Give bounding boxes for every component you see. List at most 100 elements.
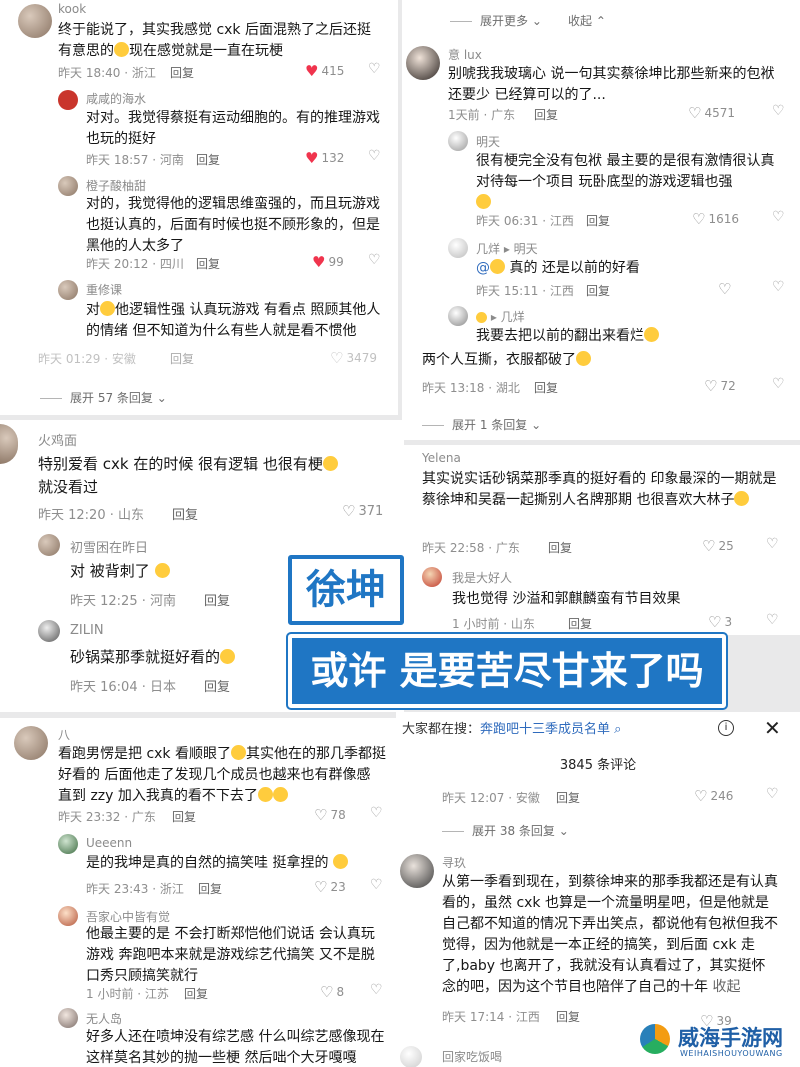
search-query[interactable]: 奔跑吧十三季成员名单 bbox=[480, 722, 610, 737]
dislike-icon[interactable]: ♡ bbox=[766, 786, 779, 802]
username[interactable]: 我是大好人 bbox=[452, 569, 512, 586]
reply-button[interactable]: 回复 bbox=[184, 985, 208, 1002]
username[interactable]: 八 bbox=[58, 726, 70, 743]
avatar[interactable] bbox=[400, 854, 434, 888]
reply-button[interactable]: 回复 bbox=[556, 789, 580, 806]
username[interactable]: 橙子酸柚甜 bbox=[86, 177, 146, 194]
search-bar[interactable]: 大家都在搜：奔跑吧十三季成员名单 ⌕ bbox=[396, 712, 800, 748]
username[interactable]: ▸ 几烊 bbox=[476, 308, 525, 325]
expand-replies-button[interactable]: 展开 1 条回复 ⌄ bbox=[422, 416, 541, 433]
avatar[interactable] bbox=[18, 4, 52, 38]
avatar[interactable] bbox=[0, 424, 18, 464]
dislike-icon[interactable]: ♡ bbox=[772, 279, 785, 295]
username[interactable]: 咸咸的海水 bbox=[86, 90, 146, 107]
reply-button[interactable]: 回复 bbox=[586, 212, 610, 229]
username[interactable]: 无人岛 bbox=[86, 1010, 122, 1027]
avatar[interactable] bbox=[58, 90, 78, 110]
avatar[interactable] bbox=[448, 306, 468, 326]
avatar[interactable] bbox=[58, 834, 78, 854]
reply-button[interactable]: 回复 bbox=[534, 106, 558, 123]
avatar[interactable] bbox=[58, 280, 78, 300]
dislike-icon[interactable]: ♡ bbox=[368, 61, 381, 77]
expand-more-button[interactable]: 展开更多 ⌄ bbox=[450, 12, 542, 29]
reply-button[interactable]: 回复 bbox=[172, 504, 198, 523]
dislike-icon[interactable]: ♡ bbox=[370, 982, 383, 998]
username[interactable]: Ueeenn bbox=[86, 836, 132, 850]
like-button[interactable]: ♡ 371 bbox=[342, 502, 383, 520]
avatar[interactable] bbox=[422, 567, 442, 587]
comment-panel-1: kook 终于能说了，其实我感觉 cxk 后面混熟了之后还挺 有意思的 现在感觉就是… bbox=[0, 0, 398, 415]
username[interactable]: Yelena bbox=[422, 451, 461, 465]
like-button[interactable]: ♡ 25 bbox=[702, 537, 734, 555]
reply-button[interactable]: 回复 bbox=[170, 350, 194, 367]
dislike-icon[interactable]: ♡ bbox=[370, 877, 383, 893]
username[interactable]: 火鸡面 bbox=[38, 430, 77, 449]
search-icon[interactable]: ⌕ bbox=[610, 722, 621, 737]
username[interactable]: 意 lux bbox=[448, 46, 482, 63]
username[interactable]: kook bbox=[58, 2, 86, 16]
reply-button[interactable]: 回复 bbox=[196, 255, 220, 272]
like-button[interactable]: ♡ 1616 bbox=[692, 210, 739, 228]
dislike-icon[interactable]: ♡ bbox=[368, 148, 381, 164]
like-button[interactable]: ♡ bbox=[718, 280, 734, 298]
like-button[interactable]: ♥ 415 bbox=[305, 62, 344, 80]
username[interactable]: 回家吃饭喝 bbox=[442, 1048, 502, 1065]
like-button[interactable]: ♥ 99 bbox=[312, 253, 344, 271]
like-button[interactable]: ♡ 8 bbox=[320, 983, 344, 1001]
username[interactable]: ZILIN bbox=[70, 623, 104, 638]
reply-button[interactable]: 回复 bbox=[556, 1008, 580, 1025]
like-button[interactable]: ♡ 4571 bbox=[688, 104, 735, 122]
avatar[interactable] bbox=[400, 1046, 422, 1067]
like-button[interactable]: ♡ 78 bbox=[314, 806, 346, 824]
reply-button[interactable]: 回复 bbox=[170, 64, 194, 81]
username[interactable]: 几烊 ▸ 明天 bbox=[476, 240, 538, 257]
crying-emoji-icon bbox=[114, 42, 129, 57]
collapse-button[interactable]: 收起 ⌃ bbox=[568, 12, 606, 29]
username[interactable]: 吾家心中皆有觉 bbox=[86, 908, 170, 925]
like-button[interactable]: ♡ 3 bbox=[708, 613, 732, 631]
dislike-icon[interactable]: ♡ bbox=[766, 612, 779, 628]
username[interactable]: 寻玖 bbox=[442, 854, 466, 871]
reply-button[interactable]: 回复 bbox=[204, 676, 230, 695]
avatar[interactable] bbox=[58, 1008, 78, 1028]
reply-button[interactable]: 回复 bbox=[172, 808, 196, 825]
reply-button[interactable]: 回复 bbox=[568, 615, 592, 632]
expand-replies-button[interactable]: 展开 57 条回复 ⌄ bbox=[40, 389, 167, 406]
avatar[interactable] bbox=[58, 906, 78, 926]
reply-button[interactable]: 回复 bbox=[534, 379, 558, 396]
reply-button[interactable]: 回复 bbox=[586, 282, 610, 299]
heart-icon: ♥ bbox=[305, 62, 319, 80]
avatar[interactable] bbox=[58, 176, 78, 196]
dislike-icon[interactable]: ♡ bbox=[368, 252, 381, 268]
comment-panel-5: 八 看跑男愣是把 cxk 看顺眼了 其实他在的那几季都挺好看的 后面他走了发现几个… bbox=[0, 718, 396, 1067]
like-button[interactable]: ♡ 3479 bbox=[330, 349, 377, 367]
comment-text: 他最主要的是 不会打断郑恺他们说话 会认真玩游戏 奔跑吧本来就是游戏综艺代搞笑 … bbox=[86, 926, 375, 984]
avatar[interactable] bbox=[406, 46, 440, 80]
dislike-icon[interactable]: ♡ bbox=[772, 209, 785, 225]
like-button[interactable]: ♥ 132 bbox=[305, 149, 344, 167]
username[interactable]: 初雪困在昨日 bbox=[70, 537, 148, 556]
dislike-icon[interactable]: ♡ bbox=[370, 805, 383, 821]
avatar[interactable] bbox=[38, 534, 60, 556]
dislike-icon[interactable]: ♡ bbox=[766, 536, 779, 552]
reply-button[interactable]: 回复 bbox=[204, 590, 230, 609]
like-button[interactable]: ♡ 246 bbox=[694, 787, 733, 805]
avatar[interactable] bbox=[448, 131, 468, 151]
expand-replies-button[interactable]: 展开 38 条回复 ⌄ bbox=[442, 822, 569, 839]
username[interactable]: 明天 bbox=[476, 133, 500, 150]
collapse-button[interactable]: 收起 bbox=[712, 979, 740, 995]
username[interactable]: 重修课 bbox=[86, 281, 122, 298]
like-button[interactable]: ♡ 23 bbox=[314, 878, 346, 896]
reply-button[interactable]: 回复 bbox=[196, 151, 220, 168]
avatar[interactable] bbox=[448, 238, 468, 258]
close-icon[interactable]: ✕ bbox=[764, 716, 781, 740]
reply-button[interactable]: 回复 bbox=[198, 880, 222, 897]
like-button[interactable]: ♡ 72 bbox=[704, 377, 736, 395]
dislike-icon[interactable]: ♡ bbox=[772, 376, 785, 392]
avatar[interactable] bbox=[14, 726, 48, 760]
sunglasses-emoji-icon bbox=[257, 787, 273, 802]
info-icon[interactable]: i bbox=[718, 720, 734, 736]
reply-button[interactable]: 回复 bbox=[548, 539, 572, 556]
avatar[interactable] bbox=[38, 620, 60, 642]
dislike-icon[interactable]: ♡ bbox=[772, 103, 785, 119]
